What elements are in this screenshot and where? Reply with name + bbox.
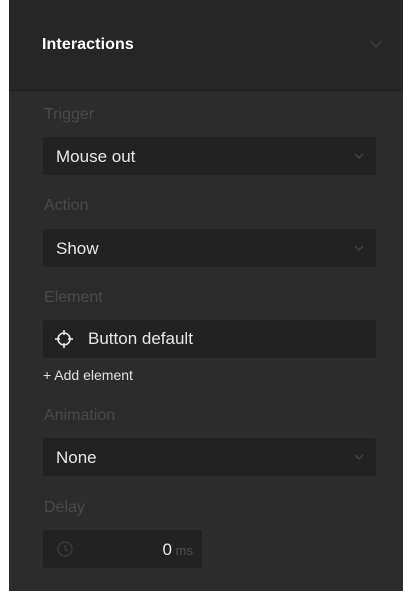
crosshair-target-icon[interactable]	[55, 330, 73, 348]
animation-value: None	[56, 448, 97, 467]
delay-unit: ms	[175, 543, 193, 558]
element-picker[interactable]: Button default	[43, 320, 376, 358]
chevron-down-icon	[354, 454, 364, 460]
interactions-panel: Interactions Trigger Mouse out Action Sh…	[9, 0, 403, 591]
action-value: Show	[56, 239, 99, 258]
panel-header[interactable]: Interactions	[9, 0, 403, 91]
chevron-down-icon	[354, 153, 364, 159]
clock-icon	[57, 541, 73, 557]
trigger-select[interactable]: Mouse out	[43, 137, 376, 175]
action-select[interactable]: Show	[43, 229, 376, 267]
element-label: Element	[44, 289, 103, 306]
delay-label: Delay	[44, 499, 85, 516]
action-label: Action	[44, 197, 89, 214]
trigger-label: Trigger	[44, 106, 95, 123]
animation-label: Animation	[44, 407, 116, 424]
add-element-link[interactable]: + Add element	[43, 367, 133, 383]
delay-value: 0	[162, 540, 172, 559]
panel-title: Interactions	[42, 36, 134, 53]
element-value: Button default	[88, 329, 193, 348]
chevron-down-icon[interactable]	[369, 39, 383, 49]
delay-input[interactable]: 0 ms	[43, 530, 202, 568]
animation-select[interactable]: None	[43, 438, 376, 476]
trigger-value: Mouse out	[56, 147, 136, 166]
chevron-down-icon	[354, 245, 364, 251]
